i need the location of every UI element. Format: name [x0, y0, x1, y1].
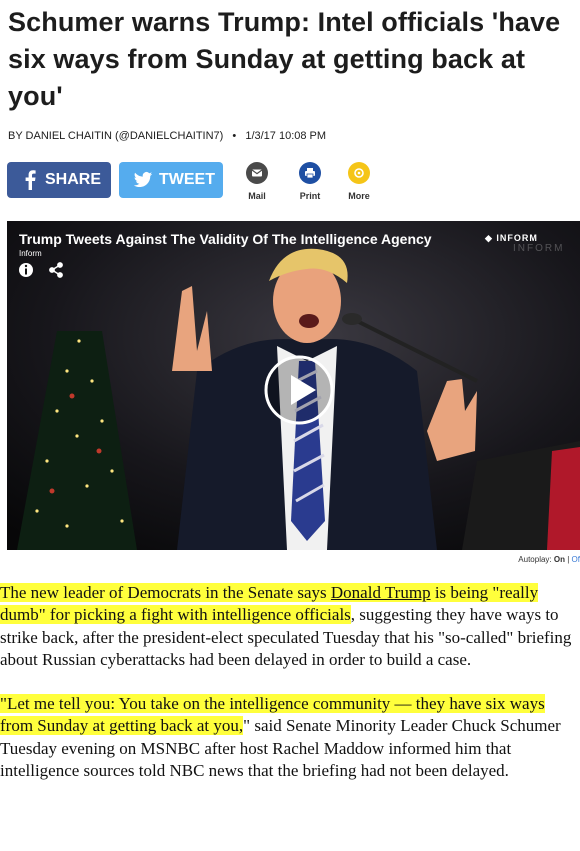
autoplay-separator: |: [567, 555, 570, 564]
play-button-icon[interactable]: [264, 355, 334, 425]
video-title[interactable]: Trump Tweets Against The Validity Of The…: [19, 231, 432, 247]
print-button[interactable]: Print: [290, 162, 330, 201]
video-source: Inform: [19, 249, 42, 258]
article-paragraph-1: The new leader of Democrats in the Senat…: [0, 582, 578, 671]
article-paragraph-2: "Let me tell you: You take on the intell…: [0, 693, 578, 782]
autoplay-on[interactable]: On: [554, 555, 565, 564]
autoplay-off[interactable]: Of: [572, 555, 580, 564]
article-body: The new leader of Democrats in the Senat…: [0, 582, 578, 804]
author-link[interactable]: DANIEL CHAITIN (@DANIELCHAITIN7): [26, 130, 224, 142]
donald-trump-link[interactable]: Donald Trump: [330, 583, 431, 602]
facebook-share-button[interactable]: SHARE: [7, 162, 111, 198]
publish-date: 1/3/17 10:08 PM: [245, 130, 327, 142]
info-icon[interactable]: [19, 263, 33, 277]
byline: By DANIEL CHAITIN (@DANIELCHAITIN7) • 1/…: [8, 130, 326, 142]
byline-separator: •: [232, 130, 237, 142]
inform-logo-mark: ◆: [485, 233, 497, 243]
mail-label: Mail: [248, 191, 266, 201]
print-label: Print: [299, 191, 321, 201]
more-label: More: [348, 191, 370, 201]
highlight-1a: The new leader of Democrats in the Senat…: [0, 583, 331, 602]
facebook-share-label: SHARE: [45, 171, 102, 188]
video-controls-top: [19, 262, 63, 278]
facebook-icon: [25, 170, 36, 190]
twitter-bird-icon: [133, 172, 153, 188]
more-plus-icon: [348, 162, 370, 184]
twitter-tweet-label: TWEET: [159, 171, 215, 188]
article-headline: Schumer warns Trump: Intel officials 'ha…: [8, 7, 561, 111]
inform-logo-text: INFORM: [496, 233, 538, 243]
video-player[interactable]: Trump Tweets Against The Validity Of The…: [7, 221, 580, 550]
more-button[interactable]: More: [339, 162, 379, 201]
byline-prefix: By: [8, 130, 23, 142]
mail-button[interactable]: Mail: [237, 162, 277, 201]
twitter-tweet-button[interactable]: TWEET: [119, 162, 223, 198]
autoplay-label: Autoplay:: [518, 555, 552, 564]
inform-watermark: INFORM: [513, 243, 565, 254]
share-icon[interactable]: [49, 262, 63, 278]
printer-icon: [299, 162, 321, 184]
autoplay-toggle: Autoplay: On | Of: [518, 555, 580, 564]
mail-icon: [246, 162, 268, 184]
